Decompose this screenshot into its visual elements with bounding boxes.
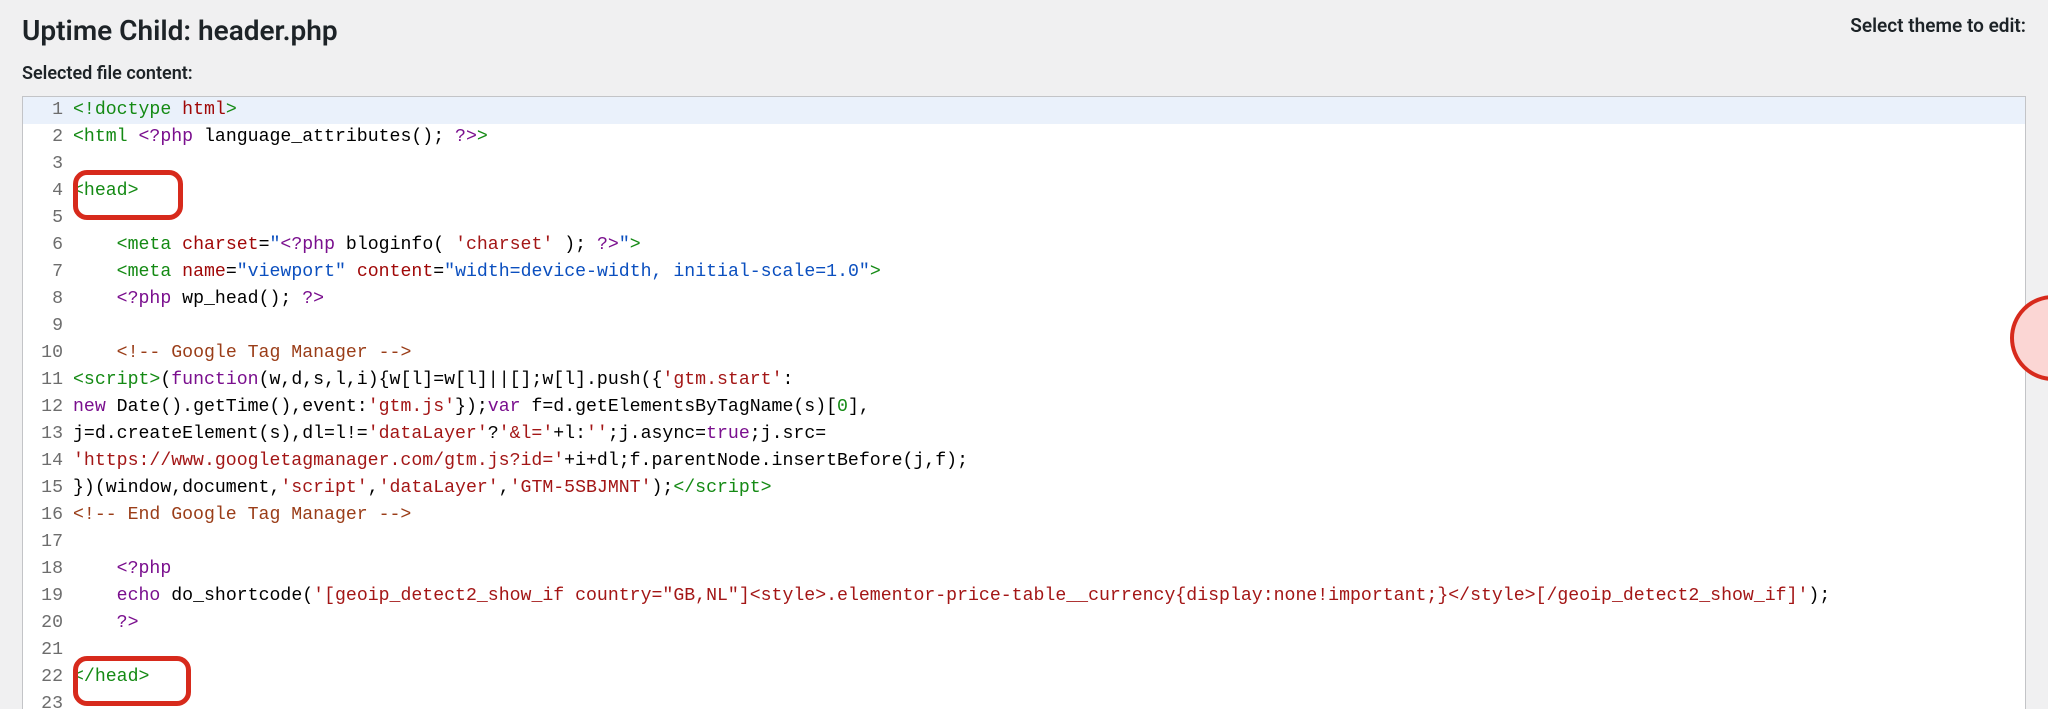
line-content[interactable]: echo do_shortcode('[geoip_detect2_show_i… (73, 583, 2025, 610)
line-content[interactable] (73, 205, 2025, 232)
line-number: 10 (23, 340, 73, 367)
line-number: 2 (23, 124, 73, 151)
code-line[interactable]: 7 <meta name="viewport" content="width=d… (23, 259, 2025, 286)
code-line[interactable]: 19 echo do_shortcode('[geoip_detect2_sho… (23, 583, 2025, 610)
code-line[interactable]: 20 ?> (23, 610, 2025, 637)
line-content[interactable]: <!-- End Google Tag Manager --> (73, 502, 2025, 529)
line-number: 5 (23, 205, 73, 232)
code-line[interactable]: 3 (23, 151, 2025, 178)
line-number: 16 (23, 502, 73, 529)
line-content[interactable]: <head> (73, 178, 2025, 205)
code-line[interactable]: 11<script>(function(w,d,s,l,i){w[l]=w[l]… (23, 367, 2025, 394)
line-number: 15 (23, 475, 73, 502)
code-line[interactable]: 8 <?php wp_head(); ?> (23, 286, 2025, 313)
line-number: 19 (23, 583, 73, 610)
line-number: 9 (23, 313, 73, 340)
line-content[interactable] (73, 637, 2025, 664)
line-content[interactable]: <meta charset="<?php bloginfo( 'charset'… (73, 232, 2025, 259)
line-number: 11 (23, 367, 73, 394)
code-editor-panel[interactable]: 1<!doctype html>2<html <?php language_at… (22, 96, 2026, 709)
line-content[interactable]: new Date().getTime(),event:'gtm.js'});va… (73, 394, 2025, 421)
code-line[interactable]: 21 (23, 637, 2025, 664)
selected-file-label: Selected file content: (0, 55, 2048, 96)
code-line[interactable]: 4<head> (23, 178, 2025, 205)
code-line[interactable]: 16<!-- End Google Tag Manager --> (23, 502, 2025, 529)
line-content[interactable]: <meta name="viewport" content="width=dev… (73, 259, 2025, 286)
line-number: 20 (23, 610, 73, 637)
code-line[interactable]: 17 (23, 529, 2025, 556)
code-line[interactable]: 23 (23, 691, 2025, 709)
code-line[interactable]: 2<html <?php language_attributes(); ?>> (23, 124, 2025, 151)
line-content[interactable]: <script>(function(w,d,s,l,i){w[l]=w[l]||… (73, 367, 2025, 394)
code-line[interactable]: 6 <meta charset="<?php bloginfo( 'charse… (23, 232, 2025, 259)
code-editor[interactable]: 1<!doctype html>2<html <?php language_at… (23, 97, 2025, 709)
line-number: 6 (23, 232, 73, 259)
line-number: 21 (23, 637, 73, 664)
line-content[interactable]: <!doctype html> (73, 97, 2025, 124)
line-number: 1 (23, 97, 73, 124)
select-theme-label[interactable]: Select theme to edit: (1850, 14, 2026, 37)
line-number: 12 (23, 394, 73, 421)
code-line[interactable]: 18 <?php (23, 556, 2025, 583)
line-content[interactable] (73, 691, 2025, 709)
line-number: 13 (23, 421, 73, 448)
line-content[interactable]: <?php (73, 556, 2025, 583)
line-number: 7 (23, 259, 73, 286)
code-line[interactable]: 13j=d.createElement(s),dl=l!='dataLayer'… (23, 421, 2025, 448)
line-content[interactable]: <!-- Google Tag Manager --> (73, 340, 2025, 367)
line-content[interactable]: })(window,document,'script','dataLayer',… (73, 475, 2025, 502)
code-line[interactable]: 22</head> (23, 664, 2025, 691)
line-content[interactable] (73, 529, 2025, 556)
line-content[interactable] (73, 151, 2025, 178)
code-line[interactable]: 12new Date().getTime(),event:'gtm.js'});… (23, 394, 2025, 421)
line-content[interactable]: </head> (73, 664, 2025, 691)
line-number: 4 (23, 178, 73, 205)
line-number: 18 (23, 556, 73, 583)
line-number: 14 (23, 448, 73, 475)
header-bar: Uptime Child: header.php Select theme to… (0, 0, 2048, 55)
code-line[interactable]: 9 (23, 313, 2025, 340)
line-number: 17 (23, 529, 73, 556)
line-content[interactable]: 'https://www.googletagmanager.com/gtm.js… (73, 448, 2025, 475)
line-content[interactable]: ?> (73, 610, 2025, 637)
line-number: 8 (23, 286, 73, 313)
line-number: 22 (23, 664, 73, 691)
line-content[interactable]: <?php wp_head(); ?> (73, 286, 2025, 313)
code-line[interactable]: 14'https://www.googletagmanager.com/gtm.… (23, 448, 2025, 475)
line-number: 23 (23, 691, 73, 709)
line-number: 3 (23, 151, 73, 178)
line-content[interactable] (73, 313, 2025, 340)
line-content[interactable]: <html <?php language_attributes(); ?>> (73, 124, 2025, 151)
page-title: Uptime Child: header.php (22, 14, 338, 47)
code-line[interactable]: 10 <!-- Google Tag Manager --> (23, 340, 2025, 367)
code-line[interactable]: 1<!doctype html> (23, 97, 2025, 124)
line-content[interactable]: j=d.createElement(s),dl=l!='dataLayer'?'… (73, 421, 2025, 448)
code-line[interactable]: 5 (23, 205, 2025, 232)
code-line[interactable]: 15})(window,document,'script','dataLayer… (23, 475, 2025, 502)
